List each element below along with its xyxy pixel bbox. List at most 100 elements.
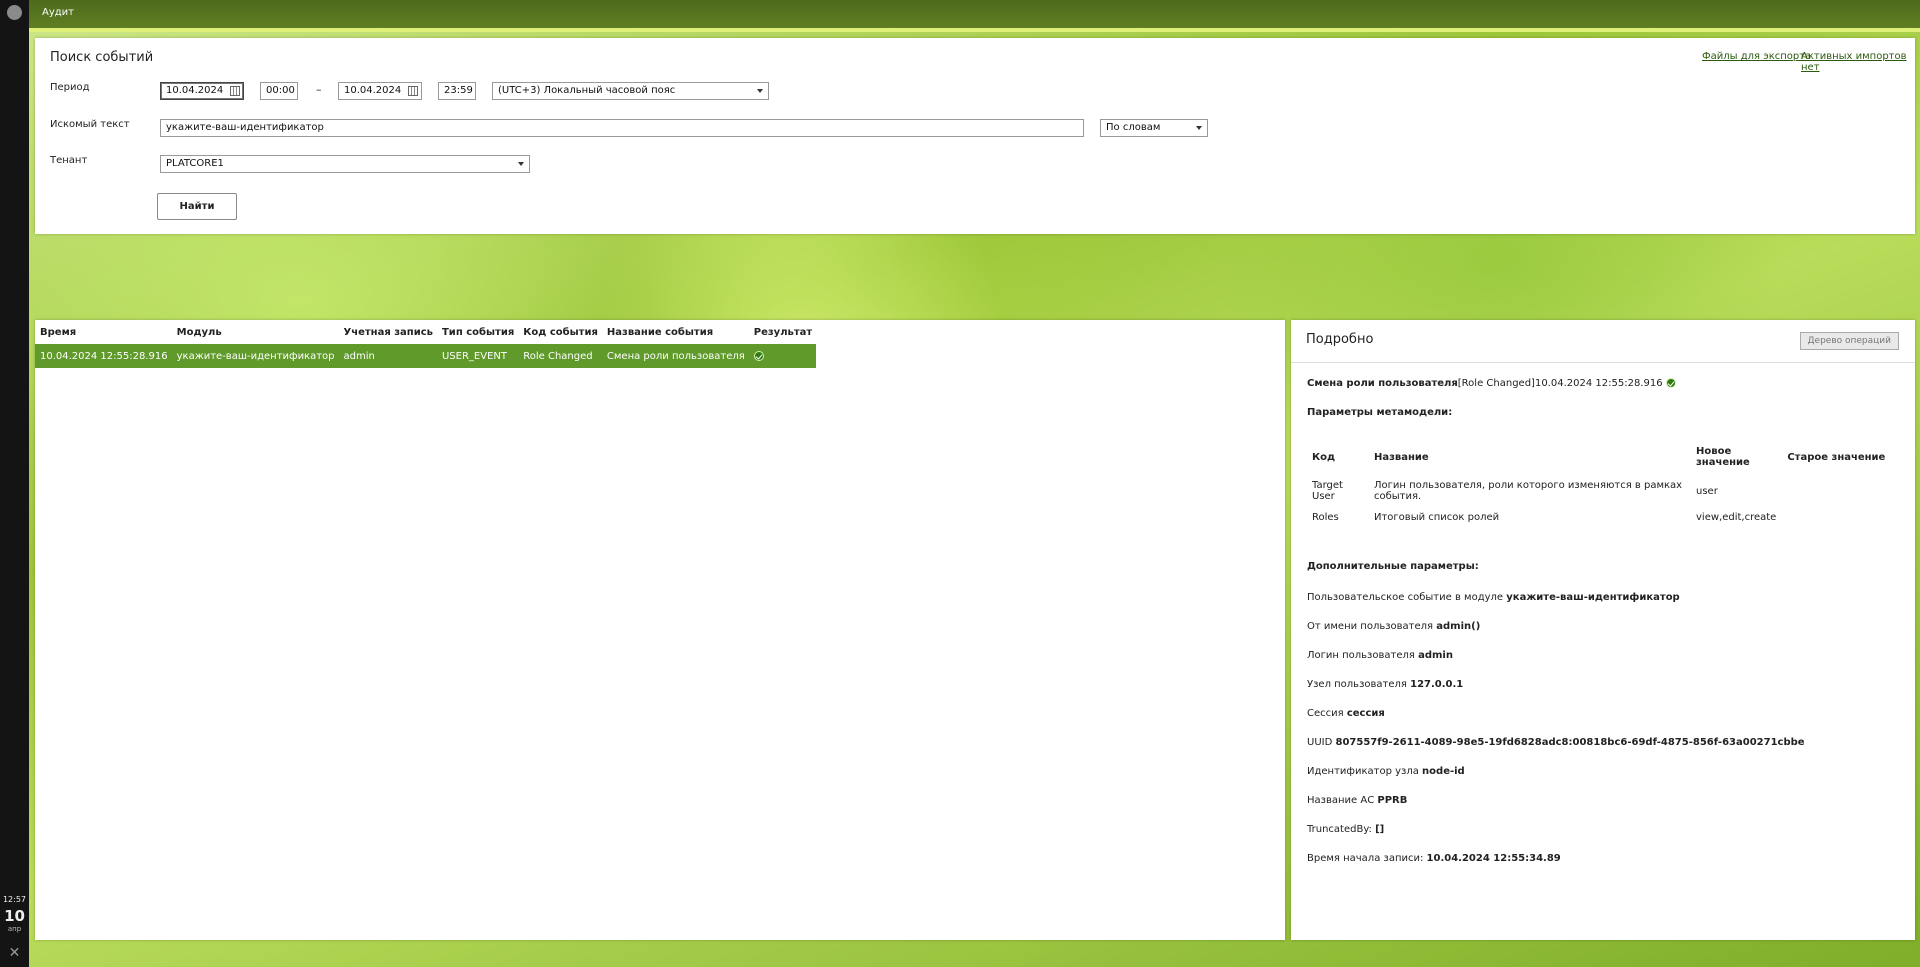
- meta-cell-code: Roles: [1312, 512, 1339, 523]
- period-dash: –: [316, 83, 322, 96]
- param-line: Идентификатор узла node-id: [1307, 766, 1899, 778]
- meta-cell-old: [1782, 506, 1891, 527]
- col-event-code[interactable]: Код события: [518, 320, 602, 344]
- time-to-input[interactable]: 23:59: [438, 82, 476, 100]
- results-table: Время Модуль Учетная запись Тип события …: [35, 320, 817, 368]
- results-panel: Время Модуль Учетная запись Тип события …: [35, 320, 1285, 940]
- param-value: сессия: [1346, 708, 1385, 719]
- search-text-input[interactable]: укажите-ваш-идентификатор: [160, 119, 1084, 137]
- param-value: 807557f9-2611-4089-98e5-19fd6828adc8:008…: [1335, 737, 1805, 748]
- param-line: От имени пользователя admin(): [1307, 621, 1899, 633]
- date-to-value: 10.04.2024: [344, 85, 402, 96]
- date-from-value: 10.04.2024: [166, 85, 224, 96]
- meta-cell-new: user: [1696, 485, 1718, 497]
- param-label: Логин пользователя: [1307, 650, 1415, 661]
- param-line: Пользовательское событие в модуле укажит…: [1307, 592, 1899, 604]
- cell-module: укажите-ваш-идентификатор: [171, 344, 339, 368]
- param-value: []: [1375, 824, 1385, 835]
- event-summary-code: [Role Changed]: [1457, 378, 1535, 389]
- col-account[interactable]: Учетная запись: [339, 320, 437, 344]
- chevron-down-icon: [757, 89, 763, 93]
- success-check-icon: [753, 350, 764, 361]
- tenant-value: PLATCORE1: [166, 158, 224, 169]
- cell-event-type: USER_EVENT: [436, 344, 519, 368]
- table-row: Roles Итоговый список ролей view,edit,cr…: [1307, 506, 1891, 527]
- timezone-value: (UTC+3) Локальный часовой пояс: [498, 85, 676, 96]
- clock-month: апр: [7, 925, 22, 933]
- app-title: Аудит: [42, 7, 74, 18]
- date-to-input[interactable]: 10.04.2024: [338, 82, 422, 100]
- meta-cell-new: view,edit,create: [1696, 512, 1777, 523]
- param-line: Логин пользователя admin: [1307, 650, 1899, 662]
- results-header-row: Время Модуль Учетная запись Тип события …: [35, 320, 816, 344]
- param-value: admin(): [1436, 621, 1481, 632]
- search-title: Поиск событий: [50, 50, 154, 65]
- param-value: 10.04.2024 12:55:34.89: [1426, 853, 1561, 864]
- param-value: node-id: [1422, 766, 1465, 777]
- find-button[interactable]: Найти: [157, 193, 237, 220]
- event-summary-time: 10.04.2024 12:55:28.916: [1534, 378, 1663, 389]
- search-panel: Поиск событий Файлы для экспорта Активны…: [35, 38, 1915, 234]
- top-bar: Аудит: [29, 0, 1920, 28]
- col-module[interactable]: Модуль: [172, 320, 339, 344]
- param-label: Название АС: [1307, 795, 1375, 806]
- top-bar-stripe: [29, 28, 1920, 32]
- param-label: Узел пользователя: [1307, 679, 1407, 690]
- meta-col-new: Новое значение: [1696, 446, 1750, 468]
- detail-panel: Подробно Дерево операций Смена роли поль…: [1291, 320, 1915, 940]
- param-value: укажите-ваш-идентификатор: [1506, 592, 1680, 603]
- table-row: Target User Логин пользователя, роли кот…: [1307, 474, 1891, 506]
- param-label: Время начала записи:: [1307, 853, 1424, 864]
- metamodel-heading: Параметры метамодели:: [1307, 407, 1453, 418]
- cell-event-name: Смена роли пользователя: [601, 344, 749, 368]
- param-label: TruncatedBy:: [1307, 824, 1372, 835]
- search-text-label: Искомый текст: [50, 119, 130, 130]
- chevron-down-icon: [518, 162, 524, 166]
- col-event-name[interactable]: Название события: [602, 320, 749, 344]
- clock-time: 12:57: [2, 895, 27, 904]
- timezone-select[interactable]: (UTC+3) Локальный часовой пояс: [492, 82, 769, 100]
- meta-cell-name: Логин пользователя, роли которого изменя…: [1374, 480, 1683, 502]
- close-icon[interactable]: ✕: [0, 945, 29, 961]
- param-label: Пользовательское событие в модуле: [1307, 592, 1504, 603]
- param-value: PPRB: [1377, 795, 1408, 806]
- clock-day: 10: [4, 907, 25, 925]
- param-line: Время начала записи: 10.04.2024 12:55:34…: [1307, 853, 1899, 865]
- param-label: UUID: [1307, 737, 1333, 748]
- col-result[interactable]: Результат: [749, 320, 816, 344]
- time-from-input[interactable]: 00:00: [260, 82, 298, 100]
- operation-tree-button[interactable]: Дерево операций: [1799, 332, 1899, 350]
- event-summary-name: Смена роли пользователя: [1307, 378, 1458, 389]
- col-time[interactable]: Время: [35, 320, 172, 344]
- param-line: UUID 807557f9-2611-4089-98e5-19fd6828adc…: [1307, 737, 1899, 749]
- date-from-input[interactable]: 10.04.2024: [160, 82, 244, 100]
- active-imports-link[interactable]: Активных импортов нет: [1801, 51, 1915, 73]
- success-check-icon: [1665, 378, 1676, 388]
- col-event-type[interactable]: Тип события: [437, 320, 518, 344]
- left-rail: 12:57 10 апр ✕: [0, 0, 29, 967]
- export-files-link[interactable]: Файлы для экспорта: [1702, 51, 1811, 62]
- param-line: Сессия сессия: [1307, 708, 1899, 720]
- calendar-icon[interactable]: [408, 86, 418, 96]
- param-line: TruncatedBy: []: [1307, 824, 1899, 836]
- table-row[interactable]: 10.04.2024 12:55:28.916 укажите-ваш-иден…: [35, 344, 817, 368]
- calendar-icon[interactable]: [230, 86, 240, 96]
- cell-event-code: Role Changed: [518, 344, 602, 368]
- param-value: 127.0.0.1: [1410, 679, 1464, 690]
- app-logo-icon[interactable]: [7, 5, 22, 20]
- chevron-down-icon: [1196, 126, 1202, 130]
- tenant-select[interactable]: PLATCORE1: [160, 155, 530, 173]
- cell-result: [748, 344, 817, 368]
- time-from-value: 00:00: [266, 85, 295, 96]
- detail-body: Смена роли пользователя[Role Changed]10.…: [1307, 378, 1899, 865]
- match-mode-value: По словам: [1106, 122, 1161, 133]
- detail-title: Подробно: [1306, 332, 1374, 347]
- cell-time: 10.04.2024 12:55:28.916: [35, 344, 172, 368]
- metamodel-header-row: Код Название Новое значение Старое значе…: [1307, 442, 1891, 474]
- param-line: Название АС PPRB: [1307, 795, 1899, 807]
- search-text-value: укажите-ваш-идентификатор: [166, 122, 324, 133]
- param-label: Идентификатор узла: [1307, 766, 1419, 777]
- match-mode-select[interactable]: По словам: [1100, 119, 1208, 137]
- param-value: admin: [1418, 650, 1453, 661]
- cell-account: admin: [338, 344, 437, 368]
